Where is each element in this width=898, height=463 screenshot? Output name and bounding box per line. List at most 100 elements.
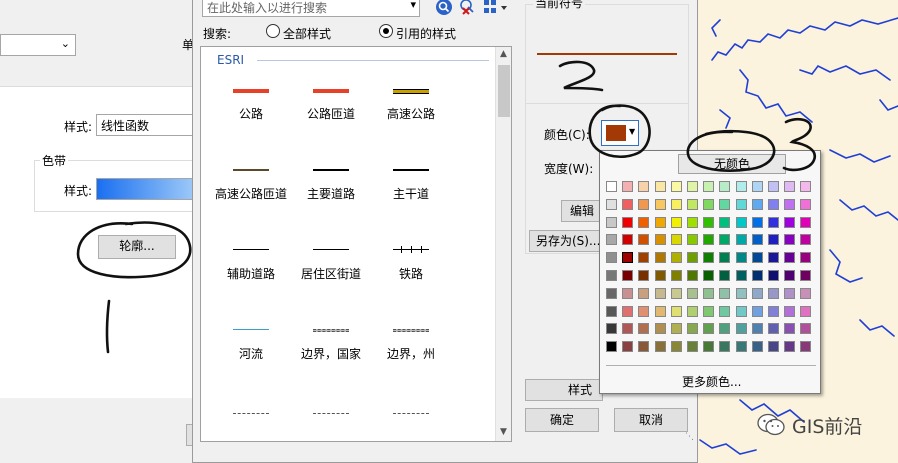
color-swatch[interactable] <box>768 341 779 353</box>
color-swatch[interactable] <box>687 198 698 210</box>
color-swatch[interactable] <box>670 305 682 317</box>
color-swatch[interactable] <box>622 287 634 299</box>
symbol-preview-partial[interactable] <box>313 413 349 414</box>
color-swatch[interactable] <box>654 216 666 228</box>
color-swatch[interactable] <box>751 216 763 228</box>
color-swatch[interactable] <box>784 252 796 264</box>
color-swatch[interactable] <box>687 216 698 228</box>
color-swatch[interactable] <box>800 252 812 264</box>
color-swatch[interactable] <box>735 305 747 317</box>
cancel-button[interactable]: 取消 <box>614 408 688 432</box>
color-swatch[interactable] <box>735 270 747 281</box>
color-swatch[interactable] <box>654 252 666 264</box>
color-swatch[interactable] <box>638 287 650 299</box>
color-swatch[interactable] <box>670 341 682 353</box>
color-swatch[interactable] <box>768 234 779 246</box>
color-swatch[interactable] <box>638 323 650 335</box>
color-swatch[interactable] <box>687 252 698 264</box>
color-swatch[interactable] <box>670 323 682 335</box>
save-as-button[interactable]: 另存为(S)... <box>529 230 603 252</box>
radio-referenced-styles[interactable] <box>379 24 393 38</box>
color-swatch[interactable] <box>800 234 812 246</box>
symbol-item[interactable]: 辅助道路 <box>211 237 291 287</box>
color-swatch[interactable] <box>784 234 796 246</box>
color-swatch[interactable] <box>719 252 731 264</box>
color-swatch[interactable] <box>784 287 796 299</box>
color-swatch[interactable] <box>638 341 650 353</box>
color-swatch[interactable] <box>735 216 747 228</box>
color-swatch[interactable] <box>654 234 666 246</box>
color-swatch[interactable] <box>703 287 715 299</box>
symbol-item[interactable]: 铁路 <box>371 237 451 287</box>
color-swatch[interactable] <box>703 341 715 353</box>
color-swatch[interactable] <box>670 252 682 264</box>
color-swatch[interactable] <box>622 252 634 264</box>
color-swatch[interactable] <box>654 198 666 210</box>
color-swatch[interactable] <box>687 270 698 281</box>
search-icon[interactable] <box>435 0 453 16</box>
color-swatch[interactable] <box>703 181 715 192</box>
symbol-item[interactable]: 边界，国家 <box>291 317 371 367</box>
color-swatch[interactable] <box>606 198 617 210</box>
color-swatch[interactable] <box>687 181 698 192</box>
color-swatch[interactable] <box>719 287 731 299</box>
color-swatch[interactable] <box>687 287 698 299</box>
view-options-icon[interactable] <box>483 0 509 16</box>
color-swatch[interactable] <box>687 341 698 353</box>
color-swatch[interactable] <box>751 181 763 192</box>
color-swatch[interactable] <box>654 287 666 299</box>
color-swatch[interactable] <box>751 305 763 317</box>
symbol-item[interactable]: 边界，州 <box>371 317 451 367</box>
color-swatch[interactable] <box>638 181 650 192</box>
color-swatch[interactable] <box>768 198 779 210</box>
color-swatch[interactable] <box>638 234 650 246</box>
color-swatch[interactable] <box>784 323 796 335</box>
color-swatch[interactable] <box>670 181 682 192</box>
color-swatch[interactable] <box>703 198 715 210</box>
color-swatch[interactable] <box>719 323 731 335</box>
color-swatch[interactable] <box>800 270 812 281</box>
color-swatch[interactable] <box>784 198 796 210</box>
color-swatch[interactable] <box>735 287 747 299</box>
color-swatch[interactable] <box>654 305 666 317</box>
symbol-item[interactable]: 公路匝道 <box>291 77 371 127</box>
color-swatch[interactable] <box>768 305 779 317</box>
scroll-down-icon[interactable]: ▼ <box>500 427 507 437</box>
edit-symbol-button[interactable]: 编辑符 <box>561 200 601 222</box>
color-swatch[interactable] <box>670 216 682 228</box>
color-swatch[interactable] <box>670 287 682 299</box>
resize-grip-icon[interactable]: ⋱ <box>685 432 694 442</box>
color-swatch[interactable] <box>784 341 796 353</box>
color-swatch[interactable] <box>735 198 747 210</box>
color-swatch[interactable] <box>800 198 812 210</box>
symbol-item[interactable]: 公路 <box>211 77 291 127</box>
color-swatch[interactable] <box>703 323 715 335</box>
color-swatch[interactable] <box>606 181 617 192</box>
color-swatch[interactable] <box>751 198 763 210</box>
color-swatch[interactable] <box>654 323 666 335</box>
color-swatch[interactable] <box>606 270 617 281</box>
color-swatch[interactable] <box>703 252 715 264</box>
color-swatch[interactable] <box>703 305 715 317</box>
color-swatch[interactable] <box>638 198 650 210</box>
symbol-preview-partial[interactable] <box>393 413 429 414</box>
color-swatch[interactable] <box>719 234 731 246</box>
color-swatch[interactable] <box>606 252 617 264</box>
color-swatch[interactable] <box>800 216 812 228</box>
color-swatch[interactable] <box>622 181 634 192</box>
color-swatch[interactable] <box>751 323 763 335</box>
color-swatch[interactable] <box>784 181 796 192</box>
color-swatch[interactable] <box>719 216 731 228</box>
color-swatch[interactable] <box>719 181 731 192</box>
color-swatch[interactable] <box>687 234 698 246</box>
symbol-item[interactable]: 居住区街道 <box>291 237 371 287</box>
symbol-item[interactable]: 河流 <box>211 317 291 367</box>
search-input[interactable]: 在此处输入以进行搜索 ▾ <box>202 0 420 17</box>
symbol-item[interactable]: 高速公路匝道 <box>211 157 291 207</box>
more-colors-link[interactable]: 更多颜色... <box>682 373 741 390</box>
clear-search-icon[interactable] <box>459 0 477 16</box>
color-swatch[interactable] <box>768 270 779 281</box>
color-swatch[interactable] <box>768 216 779 228</box>
color-swatch[interactable] <box>719 198 731 210</box>
symbol-item[interactable]: 主要道路 <box>291 157 371 207</box>
